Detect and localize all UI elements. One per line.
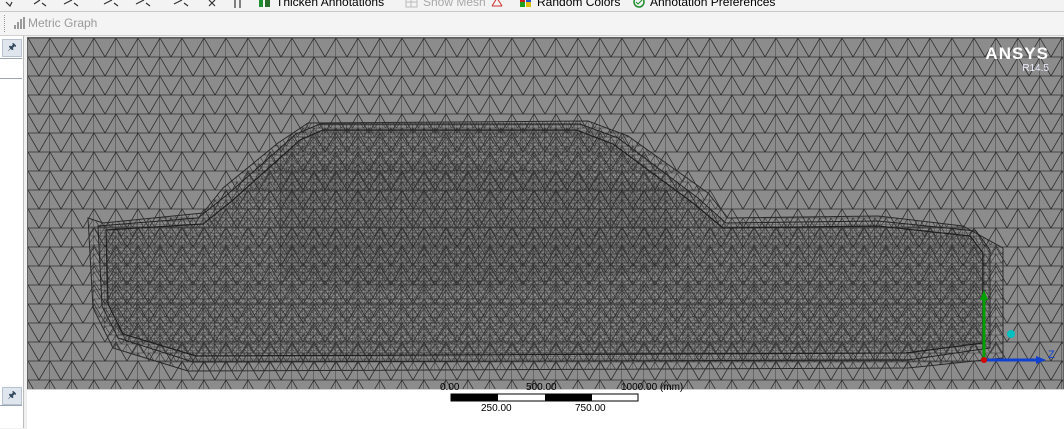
details-panel-strip: 🖈 🖈	[0, 36, 24, 428]
ansys-version-text: R14.5	[1022, 63, 1049, 74]
annotation-preferences-label: Annotation Preferences	[650, 0, 776, 9]
scale-label-0: 0.00	[440, 382, 460, 393]
scale-bar	[450, 393, 639, 402]
panel-divider	[0, 405, 22, 406]
show-mesh-icon	[405, 0, 419, 8]
scale-segment	[451, 394, 498, 401]
axis-icon	[490, 0, 504, 8]
random-colors-icon	[519, 0, 533, 8]
triad-z-label: Z	[1048, 349, 1055, 361]
show-mesh-label: Show Mesh	[423, 0, 486, 9]
random-colors-button[interactable]: Random Colors	[519, 0, 620, 10]
graphics-viewport[interactable]: Z ANSYS R14.5	[27, 37, 1064, 390]
toolbar-tool-group[interactable]	[4, 0, 248, 10]
scale-label-250: 250.00	[481, 403, 512, 414]
dropdown-tools-icon[interactable]	[4, 0, 244, 8]
thicken-annotations-icon	[258, 0, 272, 8]
panel-divider	[0, 58, 22, 59]
ansys-logo: ANSYS R14.5	[985, 44, 1049, 74]
toolbar-grip[interactable]	[4, 15, 7, 32]
metric-graph-button[interactable]: Metric Graph	[14, 16, 97, 30]
random-colors-separator-tool[interactable]	[490, 0, 508, 10]
annotation-toolbar: Thicken Annotations Show Mesh Random Col…	[0, 0, 1064, 12]
mesh-shading	[278, 161, 678, 286]
pin-icon[interactable]: 🖈	[2, 387, 22, 405]
show-mesh-button[interactable]: Show Mesh	[405, 0, 486, 10]
annotation-preferences-icon	[632, 0, 646, 8]
scale-label-1000: 1000.00 (mm)	[621, 382, 684, 393]
pin-icon[interactable]: 🖈	[2, 39, 22, 57]
random-colors-label: Random Colors	[537, 0, 621, 9]
scale-area: 0.00 500.00 1000.00 (mm) 250.00 750.00	[27, 382, 1064, 429]
graph-toolbar: Metric Graph	[0, 12, 1064, 36]
triad-origin	[981, 357, 987, 363]
thicken-annotations-button[interactable]: Thicken Annotations	[258, 0, 384, 10]
scale-label-500: 500.00	[526, 382, 557, 393]
ansys-brand-text: ANSYS	[985, 44, 1049, 63]
scale-label-750: 750.00	[575, 403, 606, 414]
annotation-preferences-button[interactable]: Annotation Preferences	[632, 0, 775, 10]
mesh-display[interactable]: Z	[28, 38, 1063, 389]
panel-divider	[0, 78, 22, 79]
metric-graph-icon	[14, 17, 25, 29]
thicken-annotations-label: Thicken Annotations	[276, 0, 385, 9]
scale-segment	[545, 394, 592, 401]
metric-graph-label: Metric Graph	[28, 16, 98, 30]
triad-iso-ball[interactable]	[1007, 330, 1015, 338]
